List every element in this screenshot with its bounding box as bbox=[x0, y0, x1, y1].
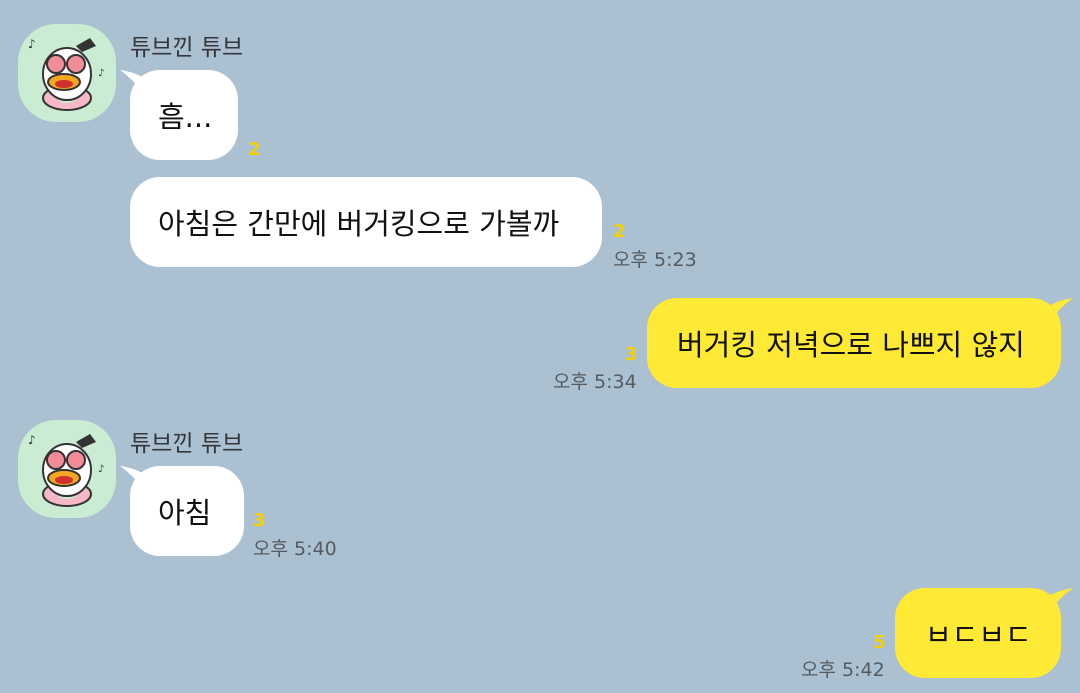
unread-count: 3 bbox=[253, 510, 266, 531]
message-time: 오후 5:40 bbox=[253, 538, 337, 560]
message-text: 흠... bbox=[158, 100, 213, 134]
message-text: 아침 bbox=[158, 496, 212, 530]
message-bubble[interactable]: ㅂㄷㅂㄷ bbox=[895, 588, 1061, 678]
message-text: 버거킹 저녁으로 나쁘지 않지 bbox=[677, 328, 1025, 362]
message-time: 오후 5:42 bbox=[801, 659, 885, 681]
bubble-tail bbox=[1049, 588, 1073, 612]
message-bubble-wrapper: 버거킹 저녁으로 나쁘지 않지 bbox=[647, 298, 1073, 388]
duck-avatar-icon: ♪ ♪ bbox=[28, 37, 104, 111]
unread-count: 5 bbox=[873, 632, 886, 653]
sender-name: 튜브낀 튜브 bbox=[130, 35, 244, 61]
svg-text:♪: ♪ bbox=[98, 68, 104, 79]
bubble-tail bbox=[1049, 298, 1073, 322]
sender-avatar[interactable]: ♪ ♪ bbox=[18, 420, 116, 518]
unread-count: 3 bbox=[625, 344, 638, 365]
bubble-tail bbox=[120, 466, 144, 490]
message-bubble-wrapper: 아침 bbox=[120, 466, 244, 556]
sender-name: 튜브낀 튜브 bbox=[130, 431, 244, 457]
message-bubble[interactable]: 아침은 간만에 버거킹으로 가볼까 bbox=[130, 177, 602, 267]
message-time: 오후 5:34 bbox=[553, 371, 637, 393]
duck-avatar-icon: ♪ ♪ bbox=[28, 433, 104, 507]
unread-count: 2 bbox=[613, 221, 626, 242]
message-bubble[interactable]: 버거킹 저녁으로 나쁘지 않지 bbox=[647, 298, 1061, 388]
message-time: 오후 5:23 bbox=[613, 249, 697, 271]
svg-text:♪: ♪ bbox=[28, 37, 36, 51]
sender-avatar[interactable]: ♪ ♪ bbox=[18, 24, 116, 122]
svg-text:♪: ♪ bbox=[28, 433, 36, 447]
message-bubble-wrapper: 흠... bbox=[120, 70, 238, 160]
message-text: ㅂㄷㅂㄷ bbox=[925, 618, 1032, 652]
bubble-tail bbox=[120, 70, 144, 94]
message-bubble[interactable]: 흠... bbox=[130, 70, 238, 160]
message-bubble-wrapper: ㅂㄷㅂㄷ bbox=[895, 588, 1073, 678]
svg-text:♪: ♪ bbox=[98, 464, 104, 475]
message-text: 아침은 간만에 버거킹으로 가볼까 bbox=[158, 207, 560, 241]
message-bubble[interactable]: 아침 bbox=[130, 466, 244, 556]
unread-count: 2 bbox=[248, 139, 261, 160]
